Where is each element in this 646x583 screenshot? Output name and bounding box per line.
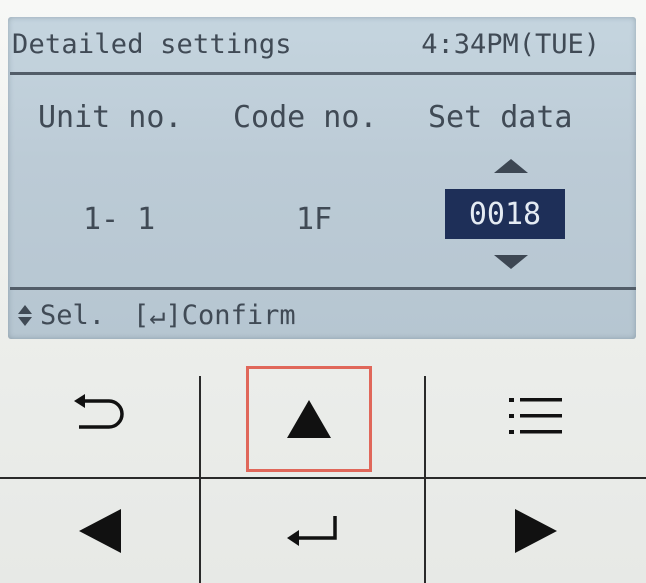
up-down-icon [18, 305, 32, 326]
set-data-header: Set data [428, 100, 573, 135]
set-data-value: 0018 [445, 189, 565, 239]
decrease-indicator-icon [494, 255, 528, 269]
unit-no-value: 1- 1 [83, 202, 156, 237]
left-button[interactable] [0, 479, 199, 583]
enter-icon [286, 516, 337, 546]
triangle-up-icon [287, 400, 331, 438]
footer-divider [10, 287, 636, 290]
header-divider [10, 72, 636, 75]
return-arrow-icon [73, 394, 124, 429]
confirm-hint: [↵]Confirm [133, 300, 296, 331]
clock-readout: 4:34PM(TUE) [421, 29, 600, 60]
lcd-screen: Detailed settings 4:34PM(TUE) Unit no. C… [8, 17, 636, 339]
triangle-left-icon [78, 509, 121, 553]
code-no-header: Code no. [233, 100, 378, 135]
back-button[interactable] [0, 355, 199, 477]
menu-button[interactable] [426, 355, 646, 477]
enter-button[interactable] [201, 479, 424, 583]
menu-list-icon [509, 398, 562, 434]
select-hint: Sel. [40, 300, 106, 331]
screen-title: Detailed settings [12, 29, 292, 60]
triangle-right-icon [515, 509, 557, 553]
code-no-value: 1F [296, 202, 333, 237]
increase-indicator-icon [494, 159, 528, 173]
up-button[interactable] [246, 366, 372, 472]
footer-hints: Sel. [↵]Confirm [18, 300, 296, 331]
unit-no-header: Unit no. [38, 100, 183, 135]
right-button[interactable] [426, 479, 646, 583]
